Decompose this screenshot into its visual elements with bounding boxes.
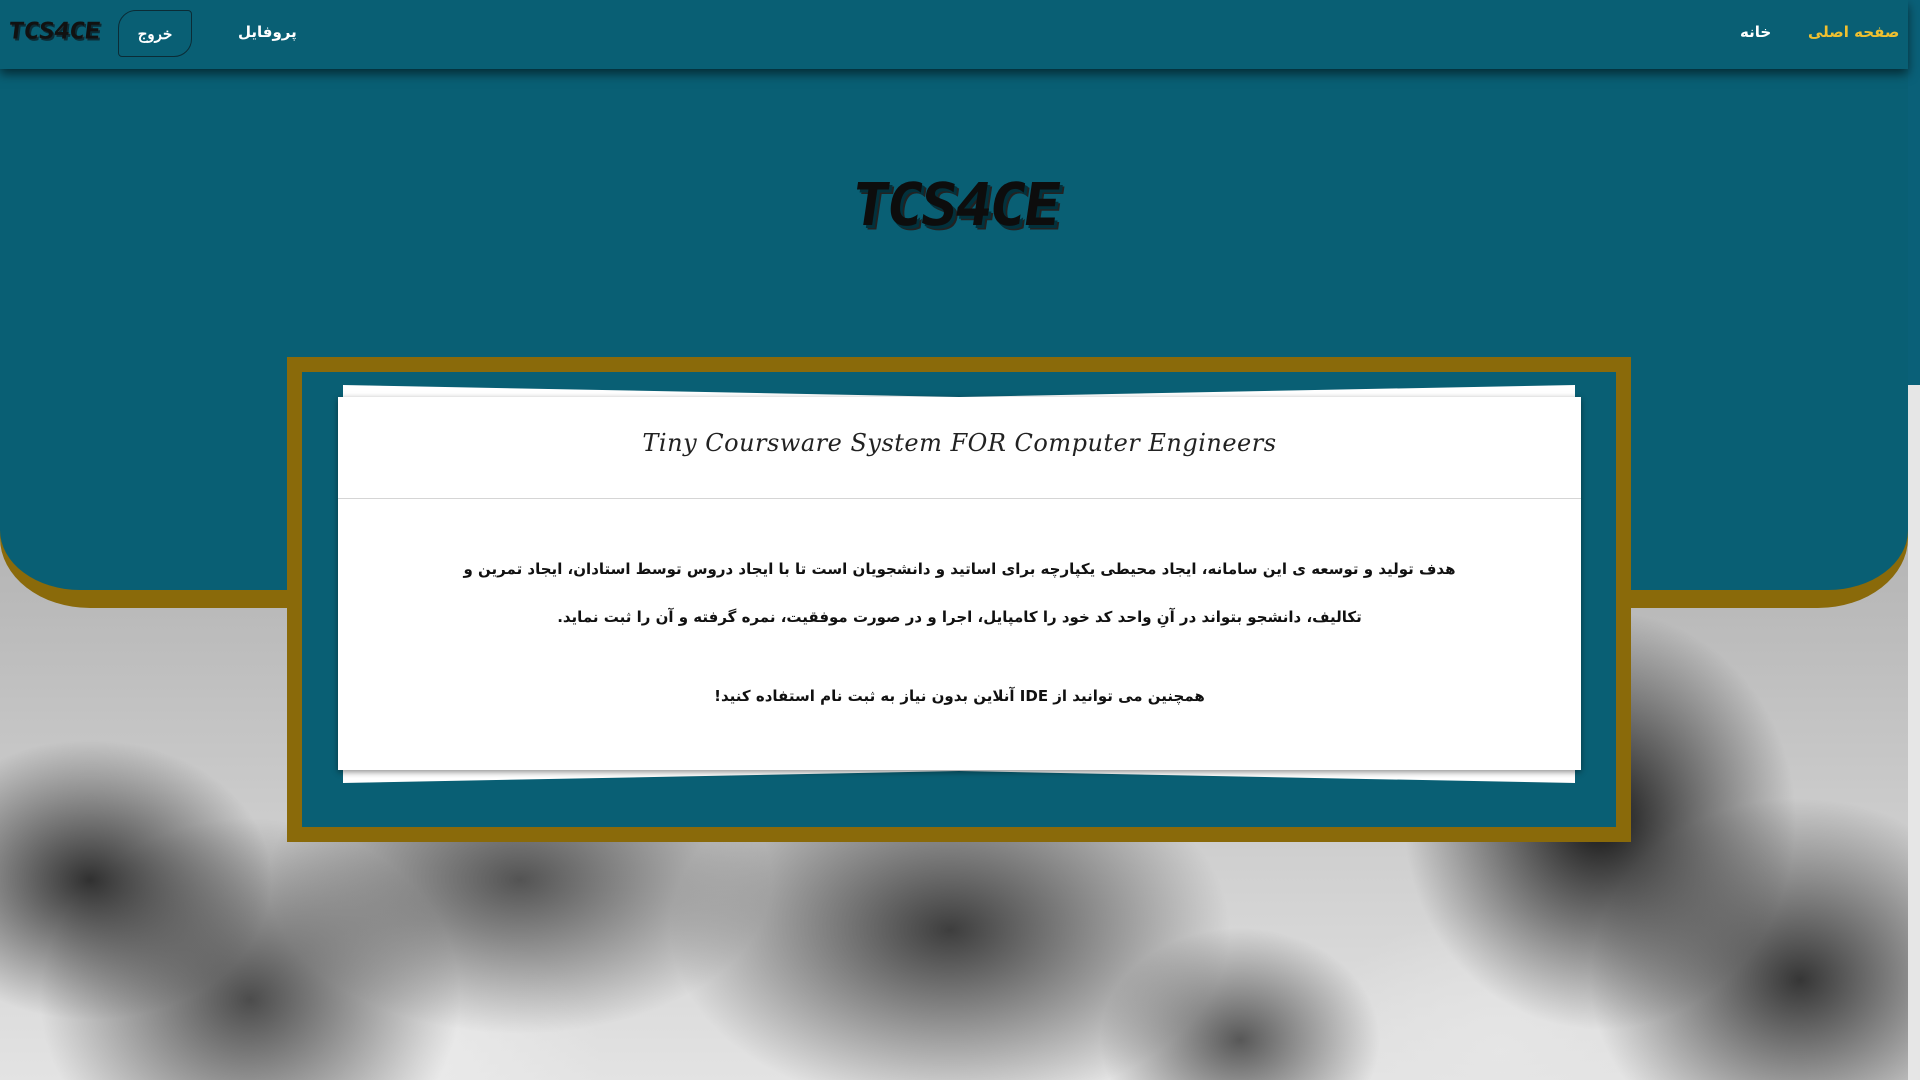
- top-navbar: TCS4CE خروج پروفایل خانه صفحه اصلی: [0, 0, 1908, 69]
- profile-link[interactable]: پروفایل: [238, 23, 297, 41]
- info-card: Tiny Coursware System FOR Computer Engin…: [338, 397, 1581, 770]
- home-link[interactable]: خانه: [1740, 23, 1771, 41]
- card-divider: [338, 498, 1581, 499]
- navbar-logo[interactable]: TCS4CE: [6, 18, 101, 44]
- scrollbar-thumb[interactable]: [1908, 385, 1920, 1080]
- logout-button[interactable]: خروج: [118, 10, 192, 57]
- card-title: Tiny Coursware System FOR Computer Engin…: [642, 429, 1277, 457]
- ide-note: همچنین می توانید از IDE آنلاین بدون نیاز…: [714, 687, 1205, 705]
- main-page-link[interactable]: صفحه اصلی: [1808, 23, 1899, 41]
- card-description: هدف تولید و توسعه ی این سامانه، ایجاد مح…: [463, 560, 1456, 626]
- hero-logo: TCS4CE: [846, 169, 1064, 240]
